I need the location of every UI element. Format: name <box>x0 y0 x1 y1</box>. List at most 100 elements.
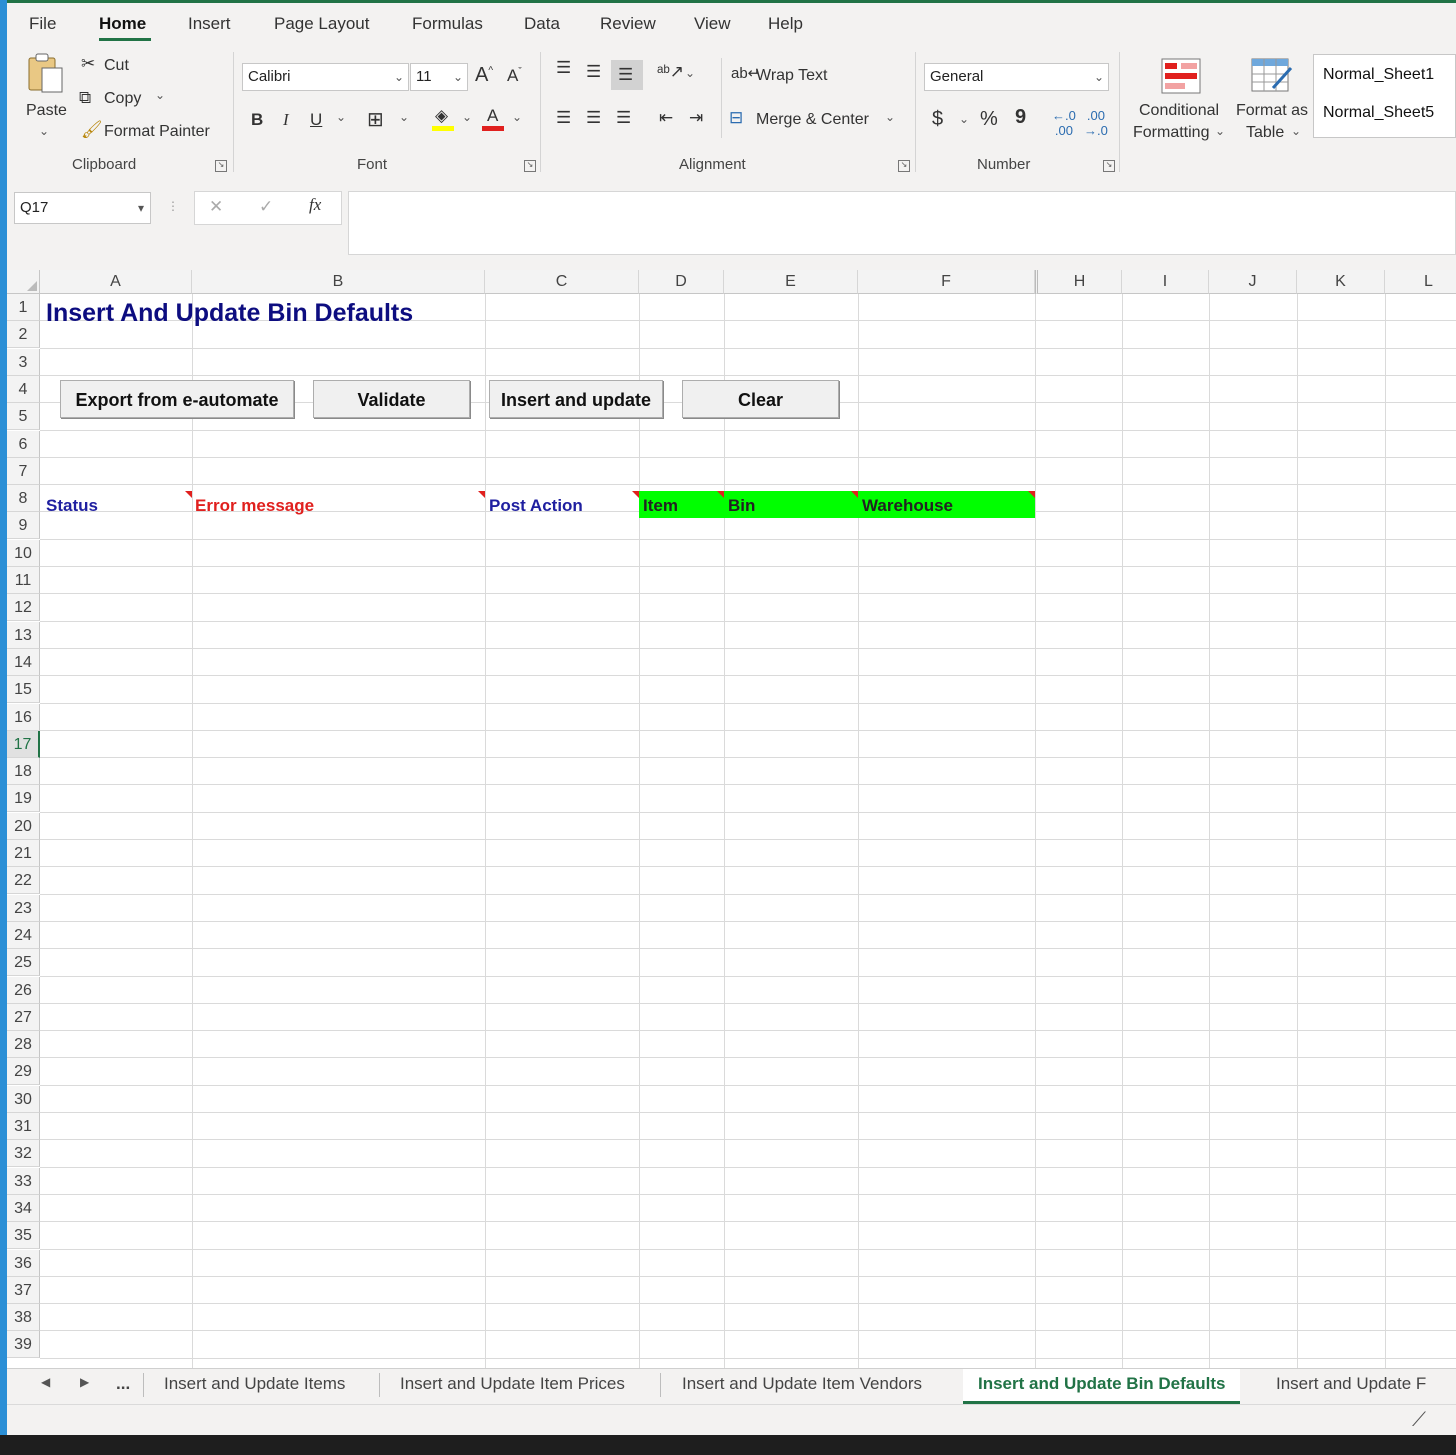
format-painter-button[interactable]: Format Painter <box>104 123 210 141</box>
scroll-left-icon[interactable]: ◀ <box>41 1375 50 1389</box>
number-format-select[interactable]: General ⌄ <box>924 63 1109 91</box>
number-launcher-icon[interactable]: ↘ <box>1103 160 1115 172</box>
row-header[interactable]: 3 <box>7 348 40 376</box>
font-size-select[interactable]: 11 ⌄ <box>410 63 468 91</box>
row-header[interactable]: 14 <box>7 648 40 676</box>
comment-indicator-icon[interactable] <box>851 491 858 498</box>
style-normal-sheet5[interactable]: Normal_Sheet5 <box>1323 104 1434 122</box>
column-header[interactable]: I <box>1122 270 1209 294</box>
comment-indicator-icon[interactable] <box>185 491 192 498</box>
currency-button[interactable]: $ <box>932 108 943 131</box>
increase-decimal-icon[interactable]: ←.0.00 <box>1052 108 1076 138</box>
orientation-icon[interactable]: ᵃᵇ↗ <box>657 62 684 82</box>
align-left-icon[interactable]: ☰ <box>556 108 571 128</box>
formula-input[interactable] <box>348 191 1456 255</box>
row-header[interactable]: 11 <box>7 567 40 594</box>
resize-grip-icon[interactable]: ⟋ <box>1412 1409 1426 1432</box>
tab-page-layout[interactable]: Page Layout <box>274 14 369 34</box>
row-header[interactable]: 19 <box>7 785 40 813</box>
underline-dropdown-icon[interactable]: ⌄ <box>336 110 346 124</box>
tab-help[interactable]: Help <box>768 14 803 34</box>
row-header[interactable]: 27 <box>7 1003 40 1031</box>
row-header[interactable]: 17 <box>7 730 40 758</box>
merge-dropdown-icon[interactable]: ⌄ <box>885 110 895 124</box>
row-header[interactable]: 13 <box>7 621 40 649</box>
align-right-icon[interactable]: ☰ <box>616 108 631 128</box>
comment-indicator-icon[interactable] <box>632 491 639 498</box>
more-sheets-button[interactable]: ... <box>116 1369 130 1401</box>
export-button[interactable]: Export from e-automate <box>60 380 294 418</box>
enter-icon[interactable]: ✓ <box>259 197 273 217</box>
align-bottom-button[interactable]: ☰ <box>611 60 643 90</box>
row-header[interactable]: 37 <box>7 1276 40 1304</box>
sheet-tab-next[interactable]: Insert and Update F <box>1276 1369 1426 1401</box>
tab-view[interactable]: View <box>694 14 731 34</box>
comment-indicator-icon[interactable] <box>717 491 724 498</box>
row-header[interactable]: 9 <box>7 512 40 540</box>
column-header[interactable]: B <box>192 270 485 294</box>
row-header[interactable]: 6 <box>7 430 40 458</box>
select-all-corner[interactable] <box>7 270 40 294</box>
bold-button[interactable]: B <box>251 110 263 130</box>
copy-button[interactable]: Copy <box>104 90 141 108</box>
row-header[interactable]: 10 <box>7 539 40 567</box>
conditional-formatting-button[interactable]: Conditional Formatting ⌄ <box>1131 56 1227 146</box>
row-header[interactable]: 30 <box>7 1085 40 1113</box>
row-header[interactable]: 12 <box>7 594 40 622</box>
tab-home[interactable]: Home <box>99 14 146 34</box>
font-family-select[interactable]: Calibri ⌄ <box>242 63 409 91</box>
row-header[interactable]: 33 <box>7 1167 40 1195</box>
row-header[interactable]: 5 <box>7 403 40 431</box>
borders-dropdown-icon[interactable]: ⌄ <box>399 110 409 124</box>
row-header[interactable]: 2 <box>7 321 40 349</box>
alignment-launcher-icon[interactable]: ↘ <box>898 160 910 172</box>
cancel-icon[interactable]: ✕ <box>209 197 223 217</box>
row-header[interactable]: 25 <box>7 949 40 977</box>
comment-indicator-icon[interactable] <box>1028 491 1035 498</box>
fill-color-button[interactable]: ◈ <box>432 106 456 132</box>
font-color-button[interactable]: A <box>482 106 506 132</box>
style-normal-sheet1[interactable]: Normal_Sheet1 <box>1323 66 1434 84</box>
percent-button[interactable]: % <box>980 108 998 131</box>
scroll-right-icon[interactable]: ▶ <box>80 1375 89 1389</box>
column-header[interactable]: F <box>858 270 1035 294</box>
align-middle-icon[interactable]: ☰ <box>586 62 601 82</box>
sheet-tab-item-prices[interactable]: Insert and Update Item Prices <box>400 1369 625 1401</box>
cut-button[interactable]: Cut <box>104 57 129 75</box>
row-header[interactable]: 26 <box>7 976 40 1004</box>
clipboard-launcher-icon[interactable]: ↘ <box>215 160 227 172</box>
column-header[interactable]: A <box>40 270 192 294</box>
row-header[interactable]: 35 <box>7 1222 40 1250</box>
row-header[interactable]: 1 <box>7 294 40 321</box>
row-header[interactable]: 20 <box>7 812 40 840</box>
insert-update-button[interactable]: Insert and update <box>489 380 663 418</box>
shrink-font-icon[interactable]: Aˇ <box>507 66 522 86</box>
sheet-tab-items[interactable]: Insert and Update Items <box>164 1369 345 1401</box>
orientation-dropdown-icon[interactable]: ⌄ <box>685 66 695 80</box>
insert-function-button[interactable]: fx <box>309 195 321 215</box>
italic-button[interactable]: I <box>283 110 289 130</box>
font-color-dropdown-icon[interactable]: ⌄ <box>512 110 522 124</box>
column-header[interactable]: J <box>1209 270 1297 294</box>
row-header[interactable]: 31 <box>7 1113 40 1140</box>
row-header[interactable]: 4 <box>7 375 40 403</box>
column-header[interactable]: H <box>1035 270 1122 294</box>
fill-dropdown-icon[interactable]: ⌄ <box>462 110 472 124</box>
tab-review[interactable]: Review <box>600 14 656 34</box>
paste-button[interactable]: Paste ⌄ <box>25 52 69 142</box>
wrap-text-button[interactable]: Wrap Text <box>756 67 827 85</box>
grow-font-icon[interactable]: A^ <box>475 64 493 87</box>
row-header[interactable]: 16 <box>7 703 40 731</box>
underline-button[interactable]: U <box>310 110 322 130</box>
decrease-decimal-icon[interactable]: .00 →.0 <box>1084 108 1108 138</box>
column-header[interactable]: C <box>485 270 639 294</box>
row-header[interactable]: 32 <box>7 1140 40 1168</box>
validate-button[interactable]: Validate <box>313 380 470 418</box>
tab-insert[interactable]: Insert <box>188 14 231 34</box>
row-header[interactable]: 23 <box>7 894 40 922</box>
row-header[interactable]: 29 <box>7 1058 40 1086</box>
decrease-indent-icon[interactable]: ⇤ <box>659 108 673 128</box>
comment-indicator-icon[interactable] <box>478 491 485 498</box>
font-launcher-icon[interactable]: ↘ <box>524 160 536 172</box>
row-header[interactable]: 7 <box>7 457 40 485</box>
